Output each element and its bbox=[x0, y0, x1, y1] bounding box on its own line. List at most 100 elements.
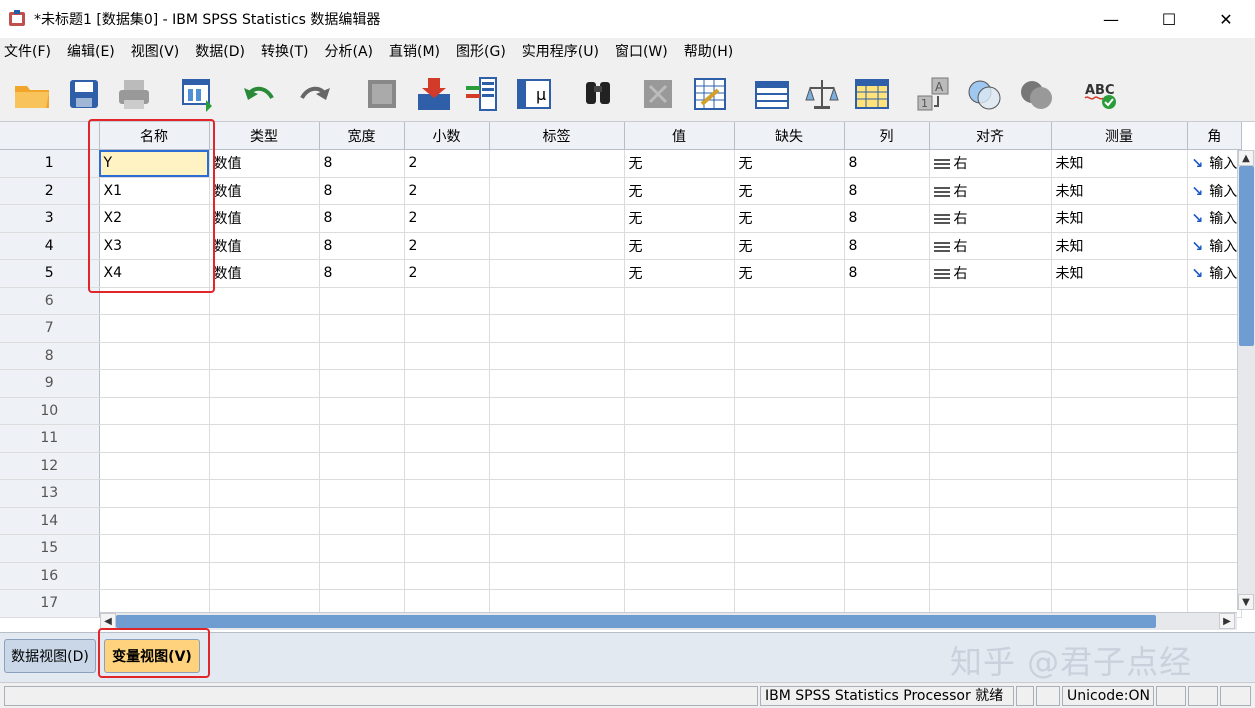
cell-missing[interactable]: 无 bbox=[734, 177, 845, 205]
close-button[interactable]: ✕ bbox=[1197, 0, 1255, 38]
row-header[interactable]: 6 bbox=[0, 287, 100, 315]
row-header[interactable]: 13 bbox=[0, 479, 100, 508]
cell-columns[interactable] bbox=[844, 424, 930, 453]
cell-missing[interactable]: 无 bbox=[734, 204, 845, 233]
cell-decimals[interactable] bbox=[404, 424, 490, 453]
cell-columns[interactable]: 8 bbox=[844, 204, 930, 233]
cell-measure[interactable]: 未知 bbox=[1051, 259, 1188, 288]
cell-width[interactable]: 8 bbox=[319, 149, 405, 178]
row-header[interactable]: 16 bbox=[0, 562, 100, 590]
cell-name[interactable] bbox=[99, 534, 210, 563]
row-header[interactable]: 14 bbox=[0, 507, 100, 535]
cell-align[interactable] bbox=[929, 287, 1052, 315]
cell-name[interactable] bbox=[99, 342, 210, 370]
row-header[interactable]: 12 bbox=[0, 452, 100, 480]
cell-columns[interactable]: 8 bbox=[844, 232, 930, 260]
cell-name[interactable] bbox=[99, 452, 210, 480]
cell-name[interactable] bbox=[99, 562, 210, 590]
cell-columns[interactable]: 8 bbox=[844, 149, 930, 178]
cell-width[interactable]: 8 bbox=[319, 204, 405, 233]
variables-icon[interactable]: μ bbox=[514, 74, 554, 114]
cell-label[interactable] bbox=[489, 424, 625, 453]
cell-type[interactable] bbox=[209, 479, 320, 508]
cell-role[interactable] bbox=[1187, 534, 1243, 563]
cell-name[interactable] bbox=[99, 424, 210, 453]
cell-values[interactable]: 无 bbox=[624, 177, 735, 205]
col-header-role[interactable]: 角 bbox=[1187, 122, 1243, 150]
cell-name[interactable] bbox=[99, 397, 210, 425]
cell-align[interactable]: 右 bbox=[929, 232, 1052, 260]
cell-align[interactable]: 右 bbox=[929, 204, 1052, 233]
goto-variable-icon[interactable] bbox=[414, 74, 454, 114]
row-header[interactable]: 10 bbox=[0, 397, 100, 425]
cell-role[interactable]: ↘ 输入 bbox=[1187, 204, 1243, 233]
cell-columns[interactable]: 8 bbox=[844, 259, 930, 288]
cell-values[interactable] bbox=[624, 342, 735, 370]
cell-missing[interactable] bbox=[734, 562, 845, 590]
cell-columns[interactable]: 8 bbox=[844, 177, 930, 205]
cell-missing[interactable] bbox=[734, 397, 845, 425]
cell-type[interactable] bbox=[209, 369, 320, 398]
tab-variable-view[interactable]: 变量视图(V) bbox=[104, 639, 200, 673]
menu-file[interactable]: 文件(F) bbox=[0, 38, 63, 66]
col-header-width[interactable]: 宽度 bbox=[319, 122, 405, 150]
cell-decimals[interactable] bbox=[404, 562, 490, 590]
cell-width[interactable] bbox=[319, 342, 405, 370]
cell-label[interactable] bbox=[489, 342, 625, 370]
cell-values[interactable] bbox=[624, 397, 735, 425]
maximize-button[interactable]: ☐ bbox=[1140, 0, 1198, 38]
cell-align[interactable] bbox=[929, 534, 1052, 563]
cell-measure[interactable] bbox=[1051, 369, 1188, 398]
cell-role[interactable] bbox=[1187, 452, 1243, 480]
row-header[interactable]: 9 bbox=[0, 369, 100, 398]
cell-width[interactable]: 8 bbox=[319, 259, 405, 288]
cell-label[interactable] bbox=[489, 287, 625, 315]
scroll-left-arrow-icon[interactable]: ◀ bbox=[100, 613, 116, 629]
cell-values[interactable] bbox=[624, 287, 735, 315]
row-header[interactable]: 11 bbox=[0, 424, 100, 453]
menu-transform[interactable]: 转换(T) bbox=[257, 38, 320, 66]
col-header-align[interactable]: 对齐 bbox=[929, 122, 1052, 150]
cell-role[interactable] bbox=[1187, 424, 1243, 453]
menu-data[interactable]: 数据(D) bbox=[191, 38, 257, 66]
cell-values[interactable] bbox=[624, 562, 735, 590]
cell-type[interactable] bbox=[209, 452, 320, 480]
cell-decimals[interactable] bbox=[404, 507, 490, 535]
cell-label[interactable] bbox=[489, 397, 625, 425]
cell-measure[interactable]: 未知 bbox=[1051, 232, 1188, 260]
col-header-type[interactable]: 类型 bbox=[209, 122, 320, 150]
cell-width[interactable] bbox=[319, 287, 405, 315]
cell-type[interactable] bbox=[209, 424, 320, 453]
cell-decimals[interactable] bbox=[404, 452, 490, 480]
cell-align[interactable] bbox=[929, 369, 1052, 398]
cell-width[interactable] bbox=[319, 369, 405, 398]
cell-label[interactable] bbox=[489, 369, 625, 398]
cell-decimals[interactable] bbox=[404, 287, 490, 315]
cell-decimals[interactable] bbox=[404, 314, 490, 343]
cell-label[interactable] bbox=[489, 232, 625, 260]
cell-missing[interactable]: 无 bbox=[734, 232, 845, 260]
value-labels-icon[interactable] bbox=[852, 74, 892, 114]
cell-measure[interactable] bbox=[1051, 424, 1188, 453]
cell-measure[interactable] bbox=[1051, 479, 1188, 508]
cell-align[interactable]: 右 bbox=[929, 149, 1052, 178]
cell-missing[interactable] bbox=[734, 507, 845, 535]
cell-role[interactable] bbox=[1187, 479, 1243, 508]
cell-name[interactable] bbox=[99, 507, 210, 535]
cell-width[interactable] bbox=[319, 479, 405, 508]
cell-align[interactable] bbox=[929, 314, 1052, 343]
cell-columns[interactable] bbox=[844, 452, 930, 480]
cell-type[interactable]: 数值 bbox=[209, 149, 320, 178]
row-header[interactable]: 1 bbox=[0, 149, 100, 178]
cell-values[interactable] bbox=[624, 369, 735, 398]
cell-type[interactable] bbox=[209, 314, 320, 343]
row-header[interactable]: 15 bbox=[0, 534, 100, 563]
col-header-label[interactable]: 标签 bbox=[489, 122, 625, 150]
cell-label[interactable] bbox=[489, 204, 625, 233]
menu-direct-marketing[interactable]: 直销(M) bbox=[385, 38, 452, 66]
cell-decimals[interactable]: 2 bbox=[404, 259, 490, 288]
cell-name[interactable] bbox=[99, 314, 210, 343]
use-sets-icon[interactable]: A1 bbox=[914, 74, 954, 114]
cell-values[interactable]: 无 bbox=[624, 204, 735, 233]
cell-missing[interactable] bbox=[734, 534, 845, 563]
